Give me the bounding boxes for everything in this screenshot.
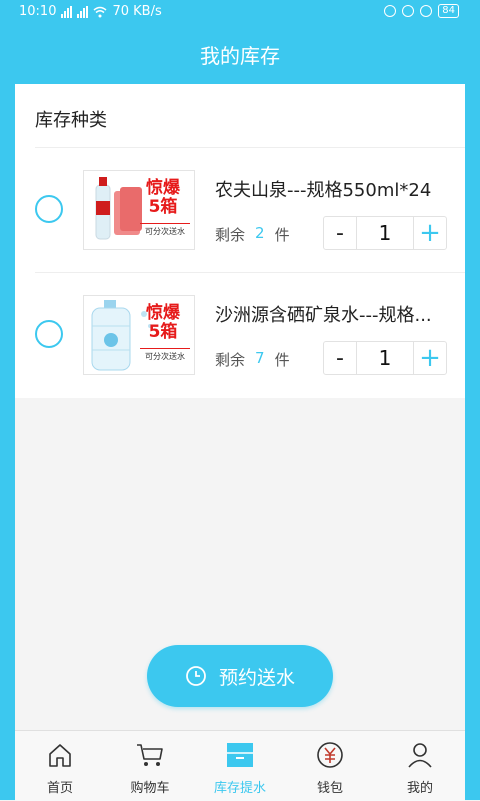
status-time: 10:10 [19,4,57,19]
tab-inventory[interactable]: 库存提水 [195,731,285,801]
signal-icon [61,5,73,18]
promo-line-1: 惊爆 [146,303,180,323]
item-select-radio[interactable] [35,320,63,348]
remaining-stock: 剩余 2 件 [215,224,290,245]
decrease-button[interactable]: - [324,342,357,374]
book-delivery-label: 预约送水 [218,666,295,689]
product-image: 惊爆 5箱 可分次送水 [83,295,195,375]
inventory-item: 惊爆 5箱 可分次送水 农夫山泉---规格550ml*24 剩余 2 件 - 1… [15,148,465,273]
wallet-icon [317,742,343,768]
remaining-count: 7 [255,349,265,367]
tab-cart[interactable]: 购物车 [105,731,195,801]
right-frame-bar [465,0,480,800]
inventory-icon [227,743,253,767]
app-screen: 10:10 70 KB/s 84 我的库存 库存种类 惊爆 5箱 可分次送水 农… [15,0,465,801]
quantity-stepper: - 1 + [323,216,447,250]
quantity-stepper: - 1 + [323,341,447,375]
network-speed: 70 KB/s [112,4,162,19]
user-icon [408,743,432,768]
remaining-unit: 件 [274,226,290,244]
quantity-value[interactable]: 1 [357,342,413,374]
promo-badge: 惊爆 5箱 [134,179,192,217]
home-icon [49,744,71,767]
tab-wallet[interactable]: 钱包 [285,731,375,801]
inventory-item: 惊爆 5箱 可分次送水 沙洲源含硒矿泉水---规格... 剩余 7 件 - 1 … [15,273,465,398]
product-image: 惊爆 5箱 可分次送水 [83,170,195,250]
tab-label: 钱包 [316,781,343,796]
promo-badge: 惊爆 5箱 [134,304,192,342]
item-select-radio[interactable] [35,195,63,223]
remaining-unit: 件 [274,351,290,369]
clock-icon [186,666,206,686]
alarm-icon [420,5,433,17]
tab-label: 我的 [406,781,433,796]
increase-button[interactable]: + [413,342,446,374]
quantity-value[interactable]: 1 [357,217,413,249]
product-name: 沙洲源含硒矿泉水---规格... [215,305,432,326]
promo-line-2: 5箱 [148,197,178,217]
decrease-button[interactable]: - [324,217,357,249]
page-title: 我的库存 [15,24,465,84]
battery-indicator: 84 [438,4,459,18]
tab-home[interactable]: 首页 [15,731,105,801]
tab-label: 库存提水 [213,781,266,796]
promo-line-1: 惊爆 [146,178,180,198]
bottom-tab-bar: 首页 购物车 库存提水 钱包 我的 [15,730,465,801]
tab-profile[interactable]: 我的 [375,731,465,801]
remaining-count: 2 [255,224,265,242]
promo-note: 可分次送水 [140,223,190,237]
book-delivery-button[interactable]: 预约送水 [147,645,333,707]
left-frame-bar [0,0,15,800]
promo-line-2: 5箱 [148,322,178,342]
status-bar: 10:10 70 KB/s 84 [15,0,465,24]
cart-icon [137,744,163,766]
remaining-label: 剩余 [215,351,246,369]
increase-button[interactable]: + [413,217,446,249]
location-icon [402,5,415,17]
product-name: 农夫山泉---规格550ml*24 [215,180,432,201]
inventory-panel: 库存种类 惊爆 5箱 可分次送水 农夫山泉---规格550ml*24 剩余 2 … [15,84,465,398]
promo-note: 可分次送水 [140,348,190,362]
remaining-label: 剩余 [215,226,246,244]
lock-icon [384,5,397,17]
tab-label: 首页 [46,781,73,796]
section-title: 库存种类 [35,110,107,131]
tab-label: 购物车 [130,781,170,796]
signal-icon-2 [77,5,89,18]
remaining-stock: 剩余 7 件 [215,349,290,370]
wifi-icon [93,6,107,17]
